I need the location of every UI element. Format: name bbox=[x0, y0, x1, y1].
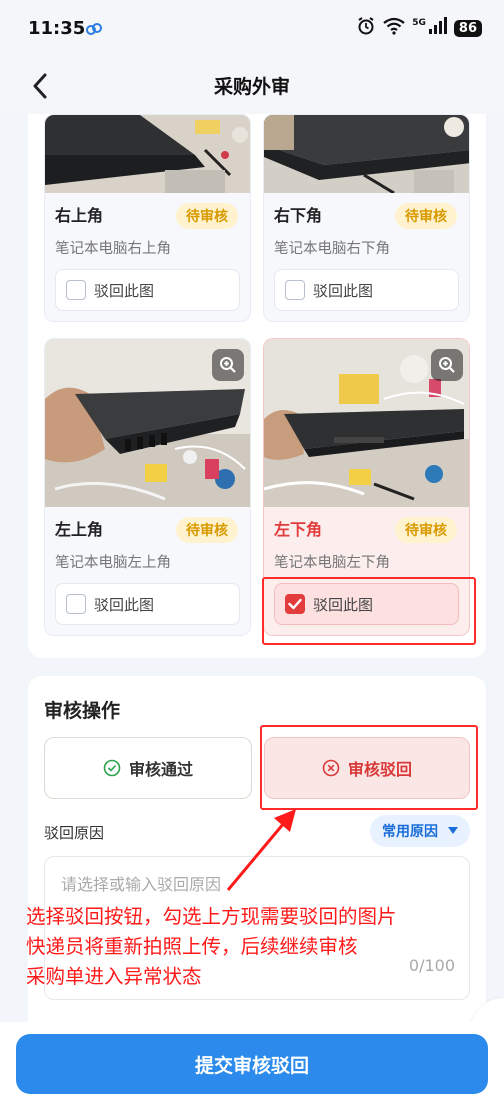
annotation-line: 选择驳回按钮，勾选上方现需要驳回的图片 bbox=[26, 905, 397, 928]
annotation-line: 快递员将重新拍照上传，后续继续审核 bbox=[26, 935, 358, 958]
annotation-line: 采购单进入异常状态 bbox=[26, 965, 202, 988]
annotation-text: 选择驳回按钮，勾选上方现需要驳回的图片 快递员将重新拍照上传，后续继续审核 采购… bbox=[26, 902, 397, 992]
bottom-action-bar: 提交审核驳回 bbox=[0, 1022, 504, 1105]
submit-reject-button[interactable]: 提交审核驳回 bbox=[16, 1034, 488, 1094]
